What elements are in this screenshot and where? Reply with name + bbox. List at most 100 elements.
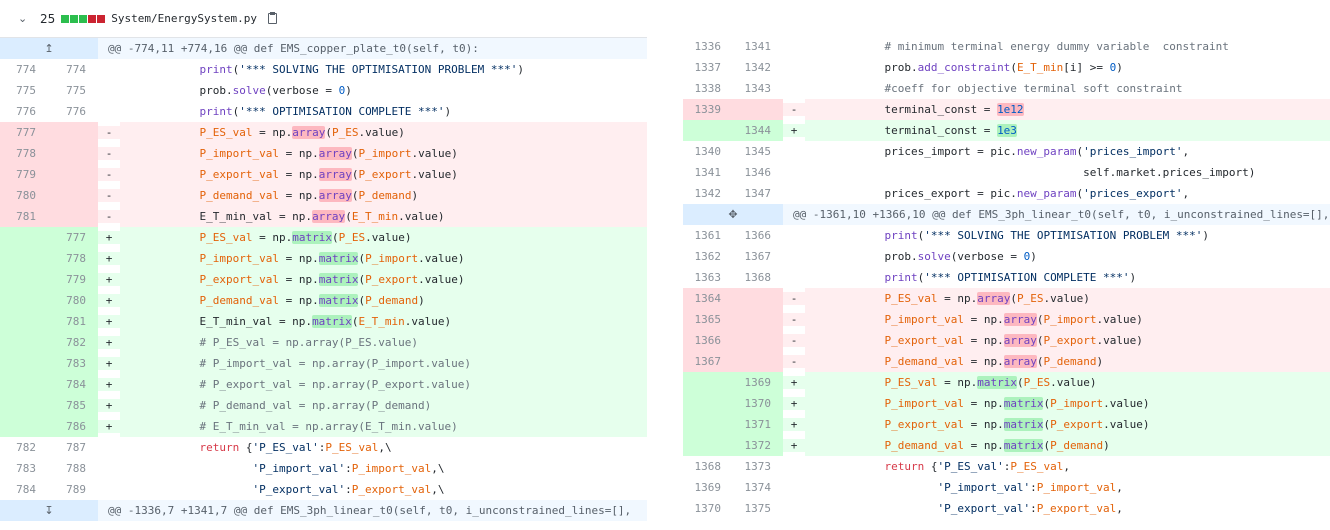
old-line-number[interactable] — [0, 248, 48, 269]
old-line-number[interactable]: 1342 — [683, 183, 733, 204]
context-line: 1341 1346 self.market.prices_import) — [683, 162, 1330, 183]
old-line-number[interactable] — [0, 416, 48, 437]
new-line-number[interactable]: 1367 — [733, 246, 783, 267]
context-line: 776 776 print('*** OPTIMISATION COMPLETE … — [0, 101, 647, 122]
old-line-number[interactable] — [0, 395, 48, 416]
new-line-number[interactable] — [733, 99, 783, 120]
new-line-number[interactable]: 776 — [48, 101, 98, 122]
new-line-number[interactable]: 785 — [48, 395, 98, 416]
old-line-number[interactable]: 776 — [0, 101, 48, 122]
old-line-number[interactable] — [683, 393, 733, 414]
old-line-number[interactable]: 783 — [0, 458, 48, 479]
new-line-number[interactable] — [733, 330, 783, 351]
old-line-number[interactable]: 1369 — [683, 477, 733, 498]
file-path[interactable]: System/EnergySystem.py — [111, 12, 257, 25]
new-line-number[interactable]: 1343 — [733, 78, 783, 99]
new-line-number[interactable]: 1368 — [733, 267, 783, 288]
new-line-number[interactable]: 1375 — [733, 498, 783, 519]
old-line-number[interactable]: 1337 — [683, 57, 733, 78]
copy-icon[interactable] — [267, 11, 279, 26]
new-line-number[interactable]: 1345 — [733, 141, 783, 162]
new-line-number[interactable]: 786 — [48, 416, 98, 437]
new-line-number[interactable] — [48, 143, 98, 164]
old-line-number[interactable]: 1336 — [683, 36, 733, 57]
new-line-number[interactable]: 775 — [48, 80, 98, 101]
new-line-number[interactable]: 780 — [48, 290, 98, 311]
new-line-number[interactable] — [733, 288, 783, 309]
old-line-number[interactable]: 1362 — [683, 246, 733, 267]
deleted-line: 779 - P_export_val = np.array(P_export.va… — [0, 164, 647, 185]
old-line-number[interactable] — [0, 311, 48, 332]
new-line-number[interactable]: 1373 — [733, 456, 783, 477]
hunk-header-text: @@ -1336,7 +1341,7 @@ def EMS_3ph_linear… — [98, 500, 647, 521]
new-line-number[interactable] — [48, 185, 98, 206]
old-line-number[interactable] — [0, 290, 48, 311]
new-line-number[interactable] — [48, 122, 98, 143]
old-line-number[interactable] — [0, 227, 48, 248]
old-line-number[interactable]: 1341 — [683, 162, 733, 183]
old-line-number[interactable] — [0, 353, 48, 374]
old-line-number[interactable]: 777 — [0, 122, 48, 143]
new-line-number[interactable] — [48, 206, 98, 227]
old-line-number[interactable] — [683, 120, 733, 141]
new-line-number[interactable]: 783 — [48, 353, 98, 374]
old-line-number[interactable]: 1365 — [683, 309, 733, 330]
new-line-number[interactable]: 1372 — [733, 435, 783, 456]
old-line-number[interactable]: 781 — [0, 206, 48, 227]
expand-down-icon[interactable]: ↧ — [0, 500, 98, 521]
new-line-number[interactable]: 784 — [48, 374, 98, 395]
new-line-number[interactable]: 1344 — [733, 120, 783, 141]
old-line-number[interactable]: 1364 — [683, 288, 733, 309]
new-line-number[interactable]: 789 — [48, 479, 98, 500]
new-line-number[interactable] — [733, 351, 783, 372]
new-line-number[interactable]: 1341 — [733, 36, 783, 57]
old-line-number[interactable]: 780 — [0, 185, 48, 206]
old-line-number[interactable] — [683, 414, 733, 435]
new-line-number[interactable]: 778 — [48, 248, 98, 269]
new-line-number[interactable]: 774 — [48, 59, 98, 80]
old-line-number[interactable]: 1338 — [683, 78, 733, 99]
new-line-number[interactable]: 779 — [48, 269, 98, 290]
new-line-number[interactable]: 782 — [48, 332, 98, 353]
old-line-number[interactable]: 784 — [0, 479, 48, 500]
old-line-number[interactable]: 1366 — [683, 330, 733, 351]
old-line-number[interactable] — [0, 374, 48, 395]
hunk-header-text: @@ -1361,10 +1366,10 @@ def EMS_3ph_line… — [783, 204, 1330, 225]
new-line-number[interactable]: 1371 — [733, 414, 783, 435]
new-line-number[interactable] — [733, 309, 783, 330]
old-line-number[interactable]: 778 — [0, 143, 48, 164]
new-line-number[interactable]: 1346 — [733, 162, 783, 183]
new-line-number[interactable]: 1342 — [733, 57, 783, 78]
expand-up-icon[interactable]: ↥ — [0, 38, 98, 59]
added-line: 785 + # P_demand_val = np.array(P_demand) — [0, 395, 647, 416]
new-line-number[interactable]: 788 — [48, 458, 98, 479]
old-line-number[interactable]: 1368 — [683, 456, 733, 477]
new-line-number[interactable]: 1369 — [733, 372, 783, 393]
new-line-number[interactable]: 1370 — [733, 393, 783, 414]
diff-marker: - — [98, 189, 120, 202]
chevron-down-icon[interactable]: ⌄ — [18, 12, 32, 25]
old-line-number[interactable]: 1367 — [683, 351, 733, 372]
expand-both-icon[interactable]: ✥ — [683, 204, 783, 225]
old-line-number[interactable]: 1339 — [683, 99, 733, 120]
old-line-number[interactable] — [0, 332, 48, 353]
new-line-number[interactable]: 781 — [48, 311, 98, 332]
diff-marker: + — [783, 397, 805, 410]
old-line-number[interactable]: 1363 — [683, 267, 733, 288]
old-line-number[interactable]: 1370 — [683, 498, 733, 519]
old-line-number[interactable]: 774 — [0, 59, 48, 80]
new-line-number[interactable] — [48, 164, 98, 185]
old-line-number[interactable]: 1340 — [683, 141, 733, 162]
old-line-number[interactable]: 782 — [0, 437, 48, 458]
old-line-number[interactable]: 779 — [0, 164, 48, 185]
old-line-number[interactable] — [683, 435, 733, 456]
old-line-number[interactable]: 775 — [0, 80, 48, 101]
new-line-number[interactable]: 1347 — [733, 183, 783, 204]
new-line-number[interactable]: 1366 — [733, 225, 783, 246]
old-line-number[interactable] — [0, 269, 48, 290]
old-line-number[interactable]: 1361 — [683, 225, 733, 246]
new-line-number[interactable]: 1374 — [733, 477, 783, 498]
new-line-number[interactable]: 787 — [48, 437, 98, 458]
new-line-number[interactable]: 777 — [48, 227, 98, 248]
old-line-number[interactable] — [683, 372, 733, 393]
